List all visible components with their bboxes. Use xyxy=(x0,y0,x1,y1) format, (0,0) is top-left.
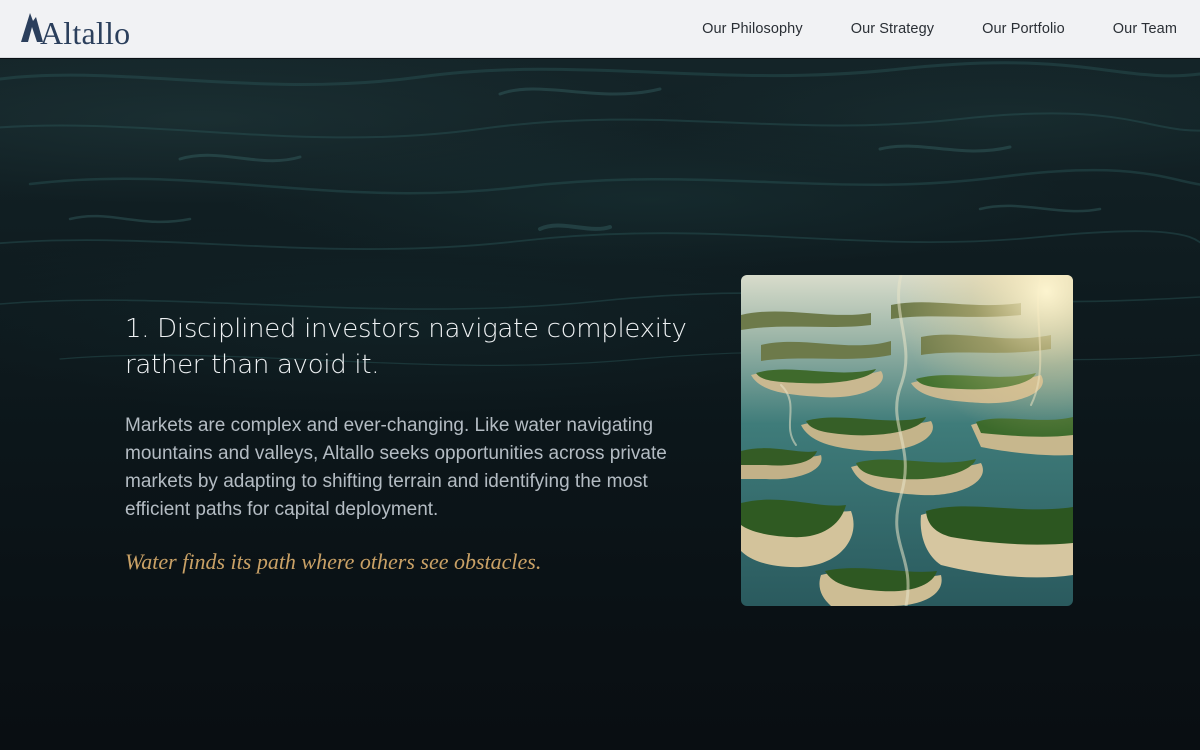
nav-our-strategy[interactable]: Our Strategy xyxy=(851,21,934,37)
section-tagline: Water finds its path where others see ob… xyxy=(125,549,542,574)
philosophy-hero: 1. Disciplined investors navigate comple… xyxy=(0,59,1200,750)
nav-our-portfolio[interactable]: Our Portfolio xyxy=(982,21,1065,37)
section-heading: 1. Disciplined investors navigate comple… xyxy=(125,314,687,380)
site-header: Altallo Our Philosophy Our Strategy Our … xyxy=(0,0,1200,58)
river-landscape-image xyxy=(741,275,1073,606)
logo-wordmark: Altallo xyxy=(40,15,131,51)
section-body: Markets are complex and ever-changing. L… xyxy=(125,415,667,520)
altallo-logo[interactable]: Altallo xyxy=(20,9,131,51)
nav-our-philosophy[interactable]: Our Philosophy xyxy=(702,21,803,37)
main-nav: Our Philosophy Our Strategy Our Portfoli… xyxy=(654,0,1177,58)
nav-our-team[interactable]: Our Team xyxy=(1113,21,1177,37)
